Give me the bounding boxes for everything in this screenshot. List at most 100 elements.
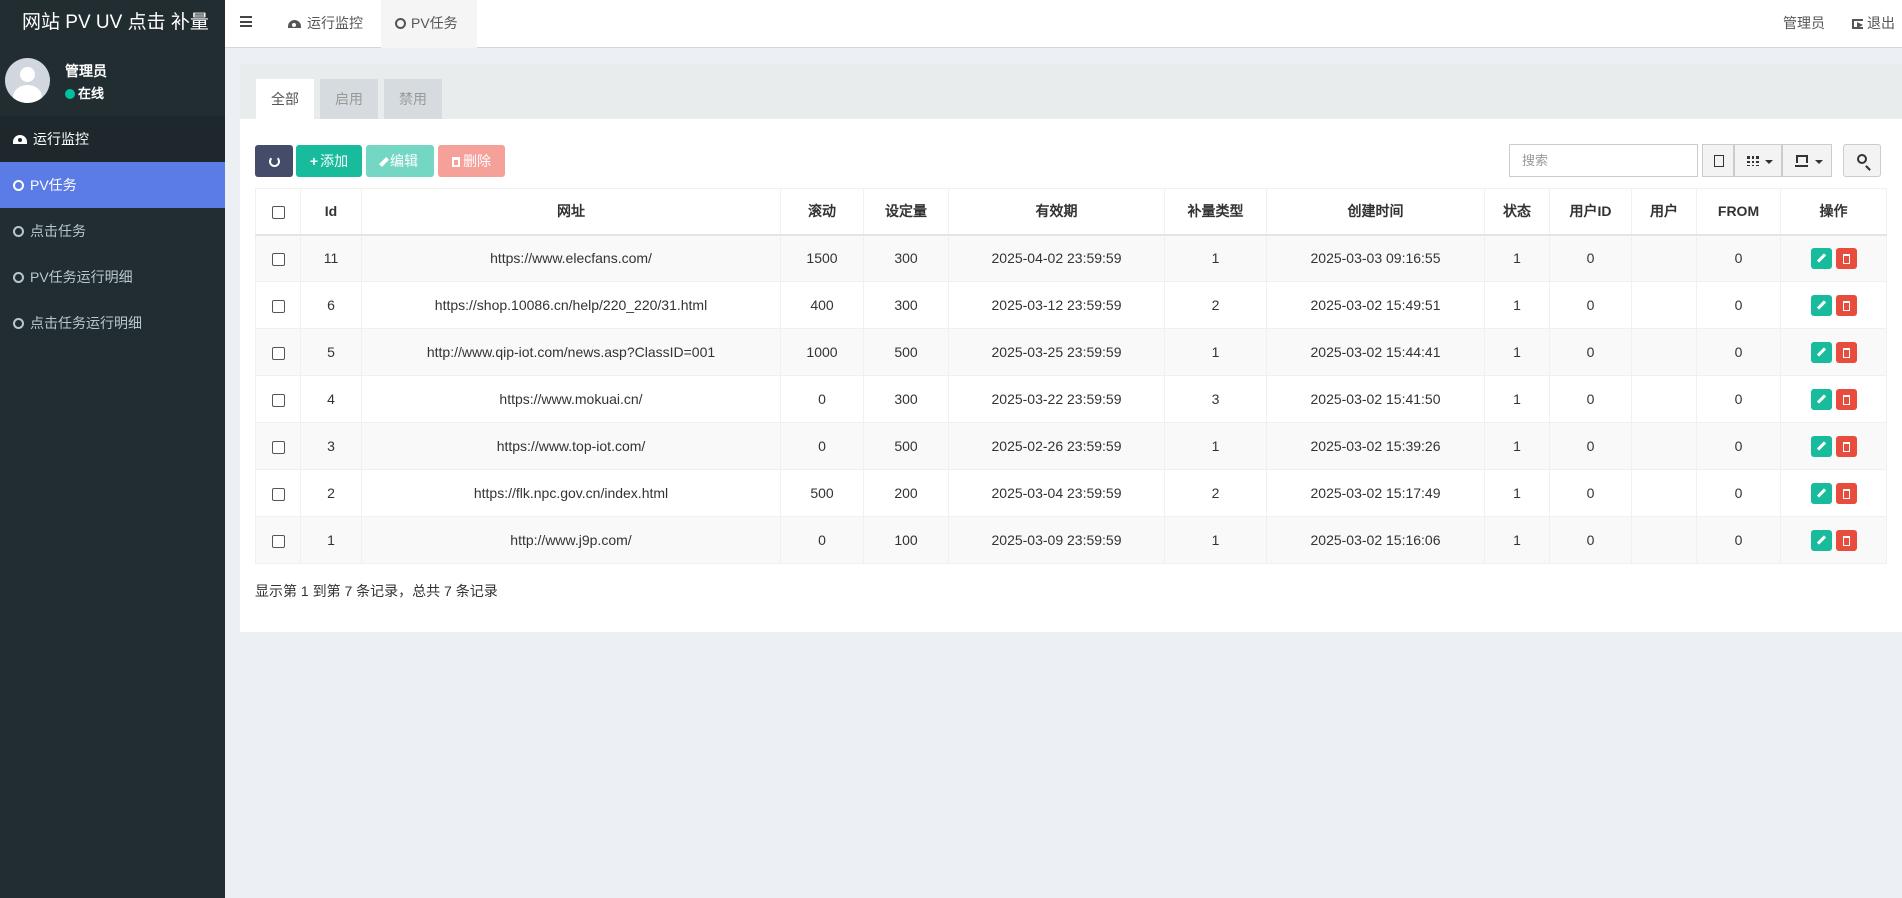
row-delete-button[interactable] [1835, 247, 1857, 269]
cell-id: 5 [300, 328, 362, 376]
edit-button[interactable]: 编辑 [366, 145, 434, 177]
cell-scroll: 400 [780, 281, 864, 329]
sidebar-item-pv-task[interactable]: PV任务 [0, 162, 225, 208]
refresh-icon [268, 156, 280, 167]
row-delete-button[interactable] [1835, 294, 1857, 316]
user-name: 管理员 [65, 63, 107, 79]
sidebar-item-click-task-detail[interactable]: 点击任务运行明细 [0, 300, 225, 346]
row-delete-button[interactable] [1835, 529, 1857, 551]
cell-scroll: 0 [780, 375, 864, 423]
column-header[interactable]: 补量类型 [1164, 188, 1267, 236]
row-actions [1780, 281, 1887, 329]
row-checkbox[interactable] [271, 346, 285, 360]
tab-pv-task[interactable]: PV任务 [381, 0, 477, 48]
column-header[interactable]: 用户 [1631, 188, 1697, 236]
row-checkbox[interactable] [271, 253, 285, 267]
cell-id: 2 [300, 469, 362, 517]
cell-uid: 0 [1549, 422, 1632, 470]
row-checkbox[interactable] [271, 299, 285, 313]
column-header[interactable]: FROM [1696, 188, 1781, 236]
chevron-down-icon [1815, 160, 1823, 164]
export-icon [1795, 155, 1808, 167]
cell-type: 1 [1164, 516, 1267, 564]
sidebar-item-label: PV任务运行明细 [30, 269, 133, 285]
user-panel: 管理员 在线 [0, 48, 225, 116]
toggle-view-button[interactable] [1702, 144, 1734, 177]
columns-button[interactable] [1734, 144, 1782, 177]
sidebar-item-label: 点击任务 [30, 223, 86, 239]
header-checkbox-cell[interactable] [255, 188, 301, 236]
row-edit-button[interactable] [1810, 388, 1832, 410]
column-header[interactable]: 状态 [1484, 188, 1550, 236]
row-checkbox[interactable] [271, 487, 285, 501]
cell-expire: 2025-04-02 23:59:59 [948, 234, 1165, 282]
column-header[interactable]: 网址 [361, 188, 781, 236]
search-input[interactable] [1509, 144, 1698, 177]
cell-type: 1 [1164, 422, 1267, 470]
circle-icon [13, 318, 24, 329]
row-checkbox-cell[interactable] [255, 328, 301, 376]
sidebar-item-monitor[interactable]: 运行监控 [0, 116, 225, 162]
select-all-checkbox[interactable] [271, 206, 285, 220]
trash-icon [452, 157, 460, 167]
cell-amount: 500 [863, 328, 949, 376]
row-checkbox[interactable] [271, 534, 285, 548]
column-header[interactable]: 滚动 [780, 188, 864, 236]
cell-status: 1 [1484, 516, 1550, 564]
advanced-search-button[interactable] [1843, 144, 1881, 177]
circle-icon [13, 180, 24, 191]
cell-scroll: 500 [780, 469, 864, 517]
menu-toggle-icon[interactable] [240, 16, 252, 27]
export-button[interactable] [1782, 144, 1832, 177]
cell-status: 1 [1484, 234, 1550, 282]
logout-button[interactable]: 退出 [1852, 0, 1895, 48]
circle-icon [13, 226, 24, 237]
tab-disabled[interactable]: 禁用 [384, 79, 442, 119]
sidebar: 网站 PV UV 点击 补量 管理员 在线 运行监控 PV任务 点击任务 PV任… [0, 0, 225, 898]
cell-id: 3 [300, 422, 362, 470]
row-edit-button[interactable] [1810, 529, 1832, 551]
row-delete-button[interactable] [1835, 388, 1857, 410]
row-checkbox-cell[interactable] [255, 469, 301, 517]
refresh-button[interactable] [255, 145, 293, 177]
cell-from: 0 [1696, 516, 1781, 564]
row-delete-button[interactable] [1835, 482, 1857, 504]
cell-uid: 0 [1549, 516, 1632, 564]
admin-menu[interactable]: 管理员 [1783, 0, 1825, 48]
row-edit-button[interactable] [1810, 294, 1832, 316]
cell-id: 6 [300, 281, 362, 329]
row-edit-button[interactable] [1810, 435, 1832, 457]
add-button[interactable]: + 添加 [296, 145, 362, 177]
row-checkbox[interactable] [271, 440, 285, 454]
row-checkbox-cell[interactable] [255, 422, 301, 470]
cell-scroll: 0 [780, 422, 864, 470]
app-brand[interactable]: 网站 PV UV 点击 补量 [0, 0, 225, 48]
dashboard-icon [13, 135, 27, 144]
plus-icon: + [309, 153, 319, 169]
row-edit-button[interactable] [1810, 341, 1832, 363]
row-checkbox-cell[interactable] [255, 234, 301, 282]
row-delete-button[interactable] [1835, 435, 1857, 457]
row-checkbox-cell[interactable] [255, 516, 301, 564]
row-edit-button[interactable] [1810, 482, 1832, 504]
column-header[interactable]: 创建时间 [1266, 188, 1485, 236]
sidebar-item-pv-task-detail[interactable]: PV任务运行明细 [0, 254, 225, 300]
cell-user [1631, 422, 1697, 470]
column-header[interactable]: 有效期 [948, 188, 1165, 236]
sidebar-item-click-task[interactable]: 点击任务 [0, 208, 225, 254]
tab-enabled[interactable]: 启用 [320, 79, 378, 119]
cell-expire: 2025-03-12 23:59:59 [948, 281, 1165, 329]
column-header[interactable]: 设定量 [863, 188, 949, 236]
row-checkbox-cell[interactable] [255, 281, 301, 329]
row-edit-button[interactable] [1810, 247, 1832, 269]
row-checkbox-cell[interactable] [255, 375, 301, 423]
cell-scroll: 1000 [780, 328, 864, 376]
row-delete-button[interactable] [1835, 341, 1857, 363]
delete-button[interactable]: 删除 [438, 145, 505, 177]
filter-tabs: 全部 启用 禁用 [240, 64, 1902, 119]
tab-all[interactable]: 全部 [256, 79, 314, 119]
column-header[interactable]: Id [300, 188, 362, 236]
tab-monitor[interactable]: 运行监控 [274, 0, 377, 48]
column-header[interactable]: 用户ID [1549, 188, 1632, 236]
row-checkbox[interactable] [271, 393, 285, 407]
